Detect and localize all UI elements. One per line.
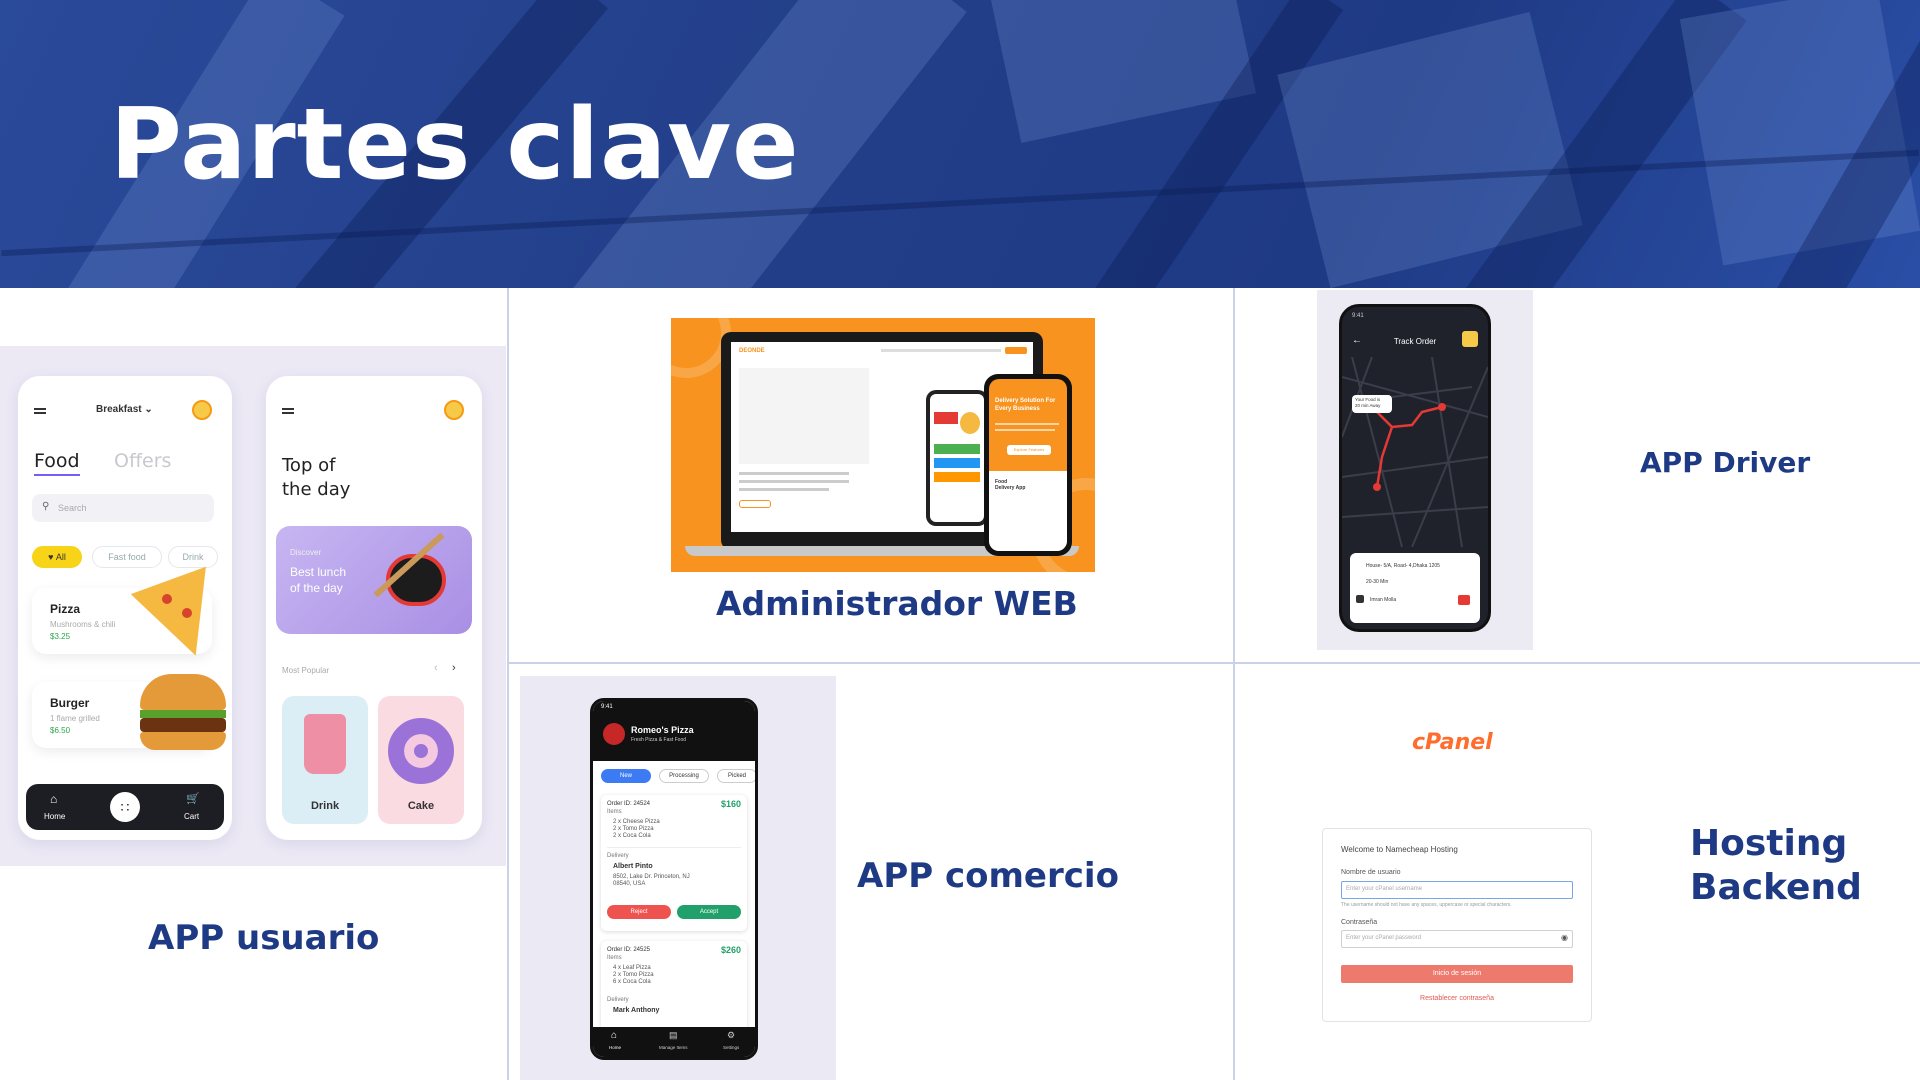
user-app-screen-top: Top of the day Discover Best lunch of th… [266, 376, 482, 840]
manage-items-icon[interactable]: ▤ [669, 1030, 678, 1041]
username-input[interactable]: Enter your cPanel username [1341, 881, 1573, 899]
grid-icon[interactable]: ∷ [110, 792, 140, 822]
home-icon[interactable]: ⌂ [611, 1030, 617, 1041]
menu-icon [34, 408, 46, 410]
chevron-down-icon: ⌄ [144, 404, 153, 415]
page-title: Partes clave [110, 88, 800, 202]
avatar[interactable] [1462, 331, 1478, 347]
login-button[interactable]: Inicio de sesión [1341, 965, 1573, 983]
slide: Partes clave Breakfast ⌄ Food Offers ⚲ S… [0, 0, 1920, 1080]
tab-picked[interactable]: Picked [717, 769, 755, 783]
commerce-app-mockup: 9:41 Romeo's Pizza Fresh Pizza & Fast Fo… [520, 676, 836, 1080]
password-input[interactable]: Enter your cPanel password [1341, 930, 1573, 948]
burger-image [140, 674, 226, 754]
order-card[interactable]: Order ID: 24525 $260 Items 4 x Leaf Pizz… [601, 941, 747, 1037]
reject-button[interactable]: Reject [607, 905, 671, 919]
user-app-mockup: Breakfast ⌄ Food Offers ⚲ Search ♥ All F… [0, 346, 506, 866]
label-app-comercio: APP comercio [857, 856, 1119, 896]
tab-new[interactable]: New [601, 769, 651, 783]
divider [507, 288, 509, 1080]
driver-avatar [1356, 595, 1364, 603]
reset-password-link[interactable]: Restablecer contraseña [1323, 995, 1591, 1002]
divider [1233, 288, 1235, 1080]
delivery-info-card: House- 5/A, Road- 4,Dhaka 1205 20-30 Min… [1350, 553, 1480, 623]
search-input[interactable]: ⚲ Search [32, 494, 214, 522]
order-card[interactable]: Order ID: 24524 $160 Items 2 x Cheese Pi… [601, 795, 747, 931]
top-of-day-title: Top of the day [282, 455, 351, 500]
call-icon[interactable] [1458, 595, 1470, 605]
food-item-burger[interactable]: Burger 1 flame grilled $6.50 [32, 674, 226, 750]
bottom-nav: ⌂ Home ∷ 🛒 Cart [26, 784, 224, 830]
popular-cake[interactable]: Cake [378, 696, 464, 824]
accept-button[interactable]: Accept [677, 905, 741, 919]
most-popular-label: Most Popular [282, 666, 330, 675]
search-icon: ⚲ [42, 501, 50, 512]
label-app-usuario: APP usuario [148, 918, 380, 958]
chip-all[interactable]: ♥ All [32, 546, 82, 568]
chevron-left-icon[interactable]: ‹ [434, 662, 438, 674]
eye-icon[interactable]: ◉ [1561, 933, 1568, 942]
home-icon[interactable]: ⌂ [50, 792, 57, 806]
divider [508, 662, 1920, 664]
phone-mockup: Delivery Solution For Every Business Exp… [984, 374, 1072, 556]
tablet-mockup [926, 390, 988, 526]
food-item-pizza[interactable]: Pizza Mushrooms & chili $3.25 [32, 566, 232, 670]
settings-icon[interactable]: ⚙ [727, 1030, 735, 1041]
menu-icon [282, 408, 294, 410]
label-app-driver: APP Driver [1640, 446, 1811, 479]
route-map [1342, 357, 1488, 547]
header-banner: Partes clave [0, 0, 1920, 288]
user-app-screen-menu: Breakfast ⌄ Food Offers ⚲ Search ♥ All F… [18, 376, 232, 840]
admin-web-mockup: DEONDE Delivery Solution For Every Busin… [671, 318, 1095, 572]
popular-drink[interactable]: Drink [282, 696, 368, 824]
store-name: Romeo's Pizza [631, 725, 694, 735]
chevron-right-icon[interactable]: › [452, 662, 456, 674]
avatar[interactable] [192, 400, 212, 420]
tab-offers[interactable]: Offers [114, 450, 171, 472]
driver-app-mockup: 9:41 ← Track Order Your Food is 20 min A… [1317, 290, 1533, 650]
tab-processing[interactable]: Processing [659, 769, 709, 783]
tab-food[interactable]: Food [34, 450, 80, 472]
store-logo [603, 723, 625, 745]
pizza-image [130, 566, 232, 670]
cpanel-logo: cPanel [1412, 730, 1493, 755]
site-logo: DEONDE [739, 348, 765, 354]
cart-icon[interactable]: 🛒 [186, 792, 200, 805]
avatar[interactable] [444, 400, 464, 420]
category-selector[interactable]: Breakfast [96, 404, 142, 415]
eta-bubble: Your Food is 20 min Away [1352, 395, 1392, 413]
chip-fast-food[interactable]: Fast food [92, 546, 162, 568]
commerce-bottom-nav: ⌂ Home ▤ Manage Items ⚙ Settings [593, 1027, 755, 1057]
cpanel-login-form: Welcome to Namecheap Hosting Nombre de u… [1322, 828, 1592, 1022]
promo-card[interactable]: Discover Best lunch of the day [276, 526, 472, 634]
label-admin-web: Administrador WEB [716, 584, 1078, 623]
label-hosting-backend: Hosting Backend [1690, 823, 1862, 908]
chip-drink[interactable]: Drink [168, 546, 218, 568]
